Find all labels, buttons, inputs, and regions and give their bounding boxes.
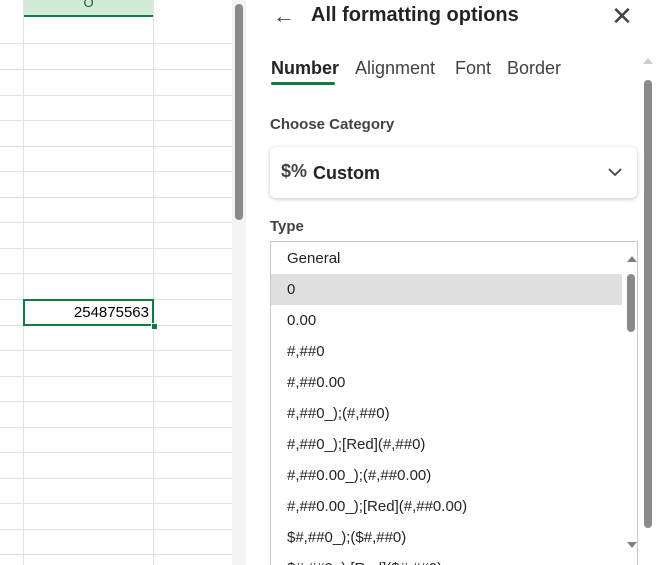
pane-scroll-up-arrow-icon[interactable]	[643, 58, 653, 64]
gridline	[0, 120, 232, 121]
close-icon[interactable]: ✕	[608, 2, 636, 30]
list-item[interactable]: 0	[271, 274, 622, 305]
type-list-scroll-thumb[interactable]	[627, 274, 635, 332]
currency-percent-icon: $%	[281, 161, 308, 181]
scroll-down-arrow-icon[interactable]	[627, 542, 637, 548]
column-header-o[interactable]: O	[24, 0, 153, 17]
sheet-scroll-thumb[interactable]	[235, 4, 243, 220]
list-item[interactable]: General	[271, 243, 622, 274]
sheet-vertical-scrollbar[interactable]	[232, 0, 246, 565]
back-arrow-icon[interactable]: ←	[270, 2, 298, 30]
gridline	[0, 43, 232, 44]
type-list[interactable]: General 0 0.00 #,##0 #,##0.00 #,##0_);(#…	[270, 241, 638, 565]
gridline	[0, 401, 232, 402]
gridline	[0, 478, 232, 479]
active-cell[interactable]: 254875563	[23, 299, 154, 326]
tab-alignment[interactable]: Alignment	[355, 58, 435, 79]
list-item[interactable]: #,##0_);[Red](#,##0)	[271, 429, 622, 460]
gridline	[0, 503, 232, 504]
gridline	[0, 248, 232, 249]
gridline	[0, 452, 232, 453]
tab-border[interactable]: Border	[507, 58, 561, 79]
active-tab-indicator	[271, 82, 335, 85]
choose-category-label: Choose Category	[270, 116, 395, 133]
gridline	[0, 197, 232, 198]
gridline	[0, 350, 232, 351]
list-item[interactable]: $#,##0_);[Red]($#,##0)	[271, 553, 622, 565]
chevron-down-icon	[608, 164, 622, 182]
type-label: Type	[270, 218, 304, 235]
type-list-scrollbar[interactable]	[623, 242, 637, 565]
gridline	[23, 0, 24, 565]
list-item[interactable]: #,##0.00_);(#,##0.00)	[271, 460, 622, 491]
list-item[interactable]: #,##0	[271, 336, 622, 367]
gridline	[0, 222, 232, 223]
gridline	[0, 376, 232, 377]
list-item[interactable]: $#,##0_);($#,##0)	[271, 522, 622, 553]
gridline	[153, 0, 154, 565]
list-item[interactable]: #,##0.00_);[Red](#,##0.00)	[271, 491, 622, 522]
gridline	[0, 146, 232, 147]
gridline	[0, 273, 232, 274]
gridline	[0, 554, 232, 555]
gridline	[0, 171, 232, 172]
list-item[interactable]: #,##0_);(#,##0)	[271, 398, 622, 429]
formatting-pane: ← All formatting options ✕ Number Alignm…	[246, 0, 664, 565]
gridline	[0, 529, 232, 530]
list-item[interactable]: #,##0.00	[271, 367, 622, 398]
pane-vertical-scrollbar[interactable]	[639, 52, 657, 565]
gridline	[0, 427, 232, 428]
pane-title: All formatting options	[311, 4, 519, 26]
tab-number[interactable]: Number	[271, 58, 339, 79]
fill-handle[interactable]	[151, 323, 158, 330]
category-value: Custom	[313, 163, 380, 183]
scroll-up-arrow-icon[interactable]	[627, 256, 637, 262]
category-dropdown[interactable]: $% Custom	[270, 147, 637, 198]
gridline	[0, 69, 232, 70]
spreadsheet-grid[interactable]: O 254875563	[0, 0, 232, 565]
tab-font[interactable]: Font	[455, 58, 491, 79]
list-item[interactable]: 0.00	[271, 305, 622, 336]
gridline	[0, 95, 232, 96]
pane-scroll-thumb[interactable]	[644, 80, 652, 528]
